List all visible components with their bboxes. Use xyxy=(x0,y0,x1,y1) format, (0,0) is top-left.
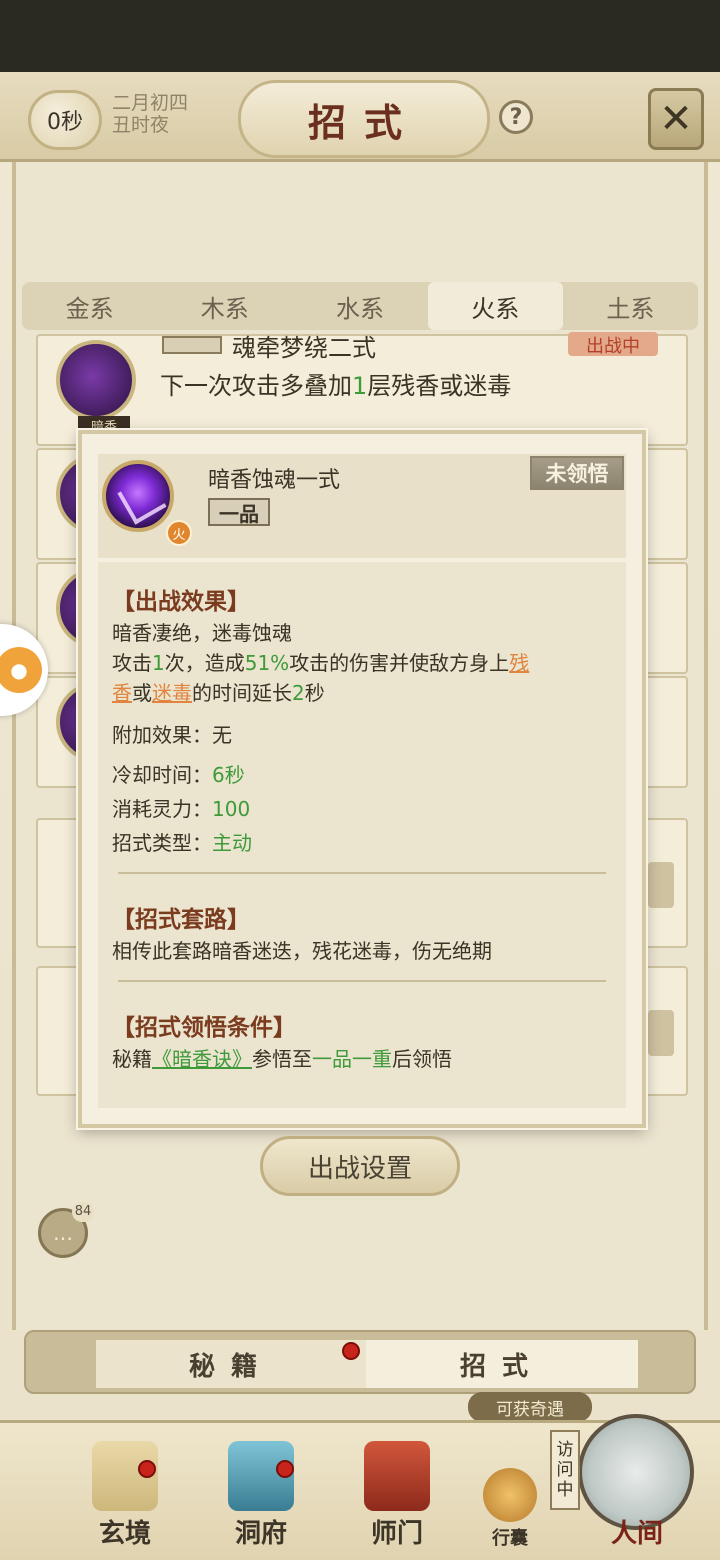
effect-description: 攻击1次，造成51%攻击的伤害并使敌方身上残 香或迷毒的时间延长2秒 xyxy=(112,651,530,705)
element-tabs: 金系 木系 水系 火系 土系 xyxy=(22,282,698,330)
tab-fire[interactable]: 火系 xyxy=(427,282,563,330)
condition-section-title: 【招式领悟条件】 xyxy=(112,1014,296,1041)
sub-tab-bar: 秘籍 招式 xyxy=(24,1330,696,1394)
chat-unread-count: 84 xyxy=(72,1202,94,1222)
visiting-badge: 访问中 xyxy=(550,1430,580,1510)
nav-shimen[interactable]: 师门 xyxy=(342,1430,452,1550)
date-line-2: 丑时夜 xyxy=(112,114,170,136)
skill-type-row: 招式类型：主动 xyxy=(112,831,252,855)
tab-secret-books[interactable]: 秘籍 xyxy=(96,1340,366,1388)
cooldown-row: 冷却时间：6秒 xyxy=(112,763,245,787)
card-arrow-icon[interactable] xyxy=(648,1010,674,1056)
nav-dongfu[interactable]: 洞府 xyxy=(206,1430,316,1550)
routine-section-title: 【招式套路】 xyxy=(112,906,250,933)
extra-effect-row: 附加效果：无 xyxy=(112,723,232,747)
fire-element-badge: 火 xyxy=(166,520,192,546)
skill-card-desc: 下一次攻击多叠加1层残香或迷毒 xyxy=(160,372,512,400)
deployed-badge: 出战中 xyxy=(568,332,658,357)
skill-card-grade xyxy=(162,336,222,354)
card-arrow-icon[interactable] xyxy=(648,862,674,908)
nav-xingnang[interactable]: 行囊 xyxy=(460,1430,560,1550)
nav-xuanjing[interactable]: 玄境 xyxy=(70,1430,180,1550)
tab-wood[interactable]: 木系 xyxy=(157,282,292,330)
notification-dot xyxy=(276,1460,294,1478)
divider xyxy=(118,872,606,874)
skill-card-icon xyxy=(56,340,136,420)
notification-dot xyxy=(138,1460,156,1478)
effect-section-title: 【出战效果】 xyxy=(112,588,250,615)
adventure-available-pill: 可获奇遇 xyxy=(468,1392,592,1422)
banner-icon xyxy=(364,1441,430,1511)
popup-body: 【出战效果】 暗香凄绝，迷毒蚀魂 攻击1次，造成51%攻击的伤害并使敌方身上残香… xyxy=(98,562,626,1108)
page-title: 招式 xyxy=(307,99,420,145)
timer-badge: 0秒 xyxy=(28,90,102,150)
divider xyxy=(118,980,606,982)
game-date: 二月初四 丑时夜 xyxy=(112,92,188,136)
claw-slash-icon xyxy=(117,475,167,525)
cost-row: 消耗灵力：100 xyxy=(112,797,251,821)
link-midu[interactable]: 迷毒 xyxy=(152,681,192,705)
nav-renjian[interactable]: 人间 xyxy=(582,1430,692,1550)
skill-card-name: 魂牵梦绕二式 xyxy=(232,334,376,362)
help-button[interactable]: ? xyxy=(499,100,533,134)
routine-text: 相传此套路暗香迷迭，残花迷毒，伤无绝期 xyxy=(112,939,492,963)
link-canxiang[interactable]: 香 xyxy=(112,681,132,705)
notification-dot xyxy=(342,1342,360,1360)
effect-flavor-text: 暗香凄绝，迷毒蚀魂 xyxy=(112,621,292,645)
skill-icon xyxy=(102,460,174,532)
book-link[interactable]: 《暗香诀》 xyxy=(152,1047,252,1071)
tab-earth[interactable]: 土系 xyxy=(563,282,698,330)
skill-name: 暗香蚀魂一式 xyxy=(208,468,341,493)
status-badge: 未领悟 xyxy=(530,456,624,490)
condition-text: 秘籍《暗香诀》参悟至一品一重后领悟 xyxy=(112,1047,452,1071)
skill-detail-popup: 火 暗香蚀魂一式 一品 未领悟 【出战效果】 暗香凄绝，迷毒蚀魂 攻击1次，造成… xyxy=(78,430,646,1128)
close-icon: ✕ xyxy=(659,96,693,142)
bag-icon xyxy=(483,1468,537,1522)
link-canxiang[interactable]: 残 xyxy=(509,651,529,675)
tab-skills[interactable]: 招式 xyxy=(366,1340,638,1388)
tab-water[interactable]: 水系 xyxy=(292,282,427,330)
close-button[interactable]: ✕ xyxy=(648,88,704,150)
timer-text: 0秒 xyxy=(47,110,83,135)
deploy-settings-button[interactable]: 出战设置 xyxy=(260,1136,460,1196)
page-title-plate: 招式 xyxy=(238,80,490,158)
question-icon: ? xyxy=(509,104,523,130)
assistant-icon: ● xyxy=(0,647,42,693)
date-line-1: 二月初四 xyxy=(112,92,189,114)
chat-icon: … xyxy=(53,1221,73,1245)
skill-grade-badge: 一品 xyxy=(208,498,270,526)
tab-metal[interactable]: 金系 xyxy=(22,282,157,330)
